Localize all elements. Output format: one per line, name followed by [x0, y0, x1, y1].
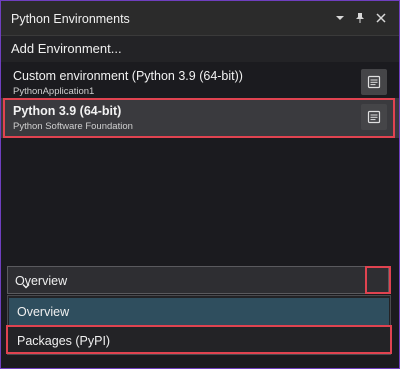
option-label: Packages (PyPI): [17, 334, 111, 348]
environment-details-icon[interactable]: [361, 69, 387, 95]
title-bar: Python Environments: [1, 1, 399, 36]
pin-icon[interactable]: [352, 10, 368, 26]
dropdown-option-overview[interactable]: Overview: [9, 298, 389, 325]
add-environment-label: Add Environment...: [11, 41, 122, 56]
environment-subtitle: Python Software Foundation: [13, 121, 133, 132]
window-title: Python Environments: [11, 12, 130, 26]
dropdown-option-packages[interactable]: Packages (PyPI): [9, 327, 389, 354]
option-label: Overview: [17, 305, 70, 319]
environment-details-icon[interactable]: [361, 104, 387, 130]
environment-subtitle: PythonApplication1: [13, 86, 95, 97]
view-selector-combobox[interactable]: Overview: [7, 266, 389, 294]
add-environment-button[interactable]: Add Environment...: [1, 36, 399, 62]
environment-item-python39[interactable]: Python 3.9 (64-bit) Python Software Foun…: [1, 98, 399, 138]
close-icon[interactable]: [373, 10, 389, 26]
environment-name: Python 3.9 (64-bit): [13, 104, 122, 118]
environment-item-custom[interactable]: Custom environment (Python 3.9 (64-bit))…: [1, 63, 399, 103]
environment-name: Custom environment (Python 3.9 (64-bit)): [13, 69, 243, 83]
python-environments-window: Python Environments Add Environment... C…: [0, 0, 400, 369]
dropdown-icon[interactable]: [332, 10, 348, 26]
view-selector-dropdown: Overview Packages (PyPI): [7, 295, 391, 355]
